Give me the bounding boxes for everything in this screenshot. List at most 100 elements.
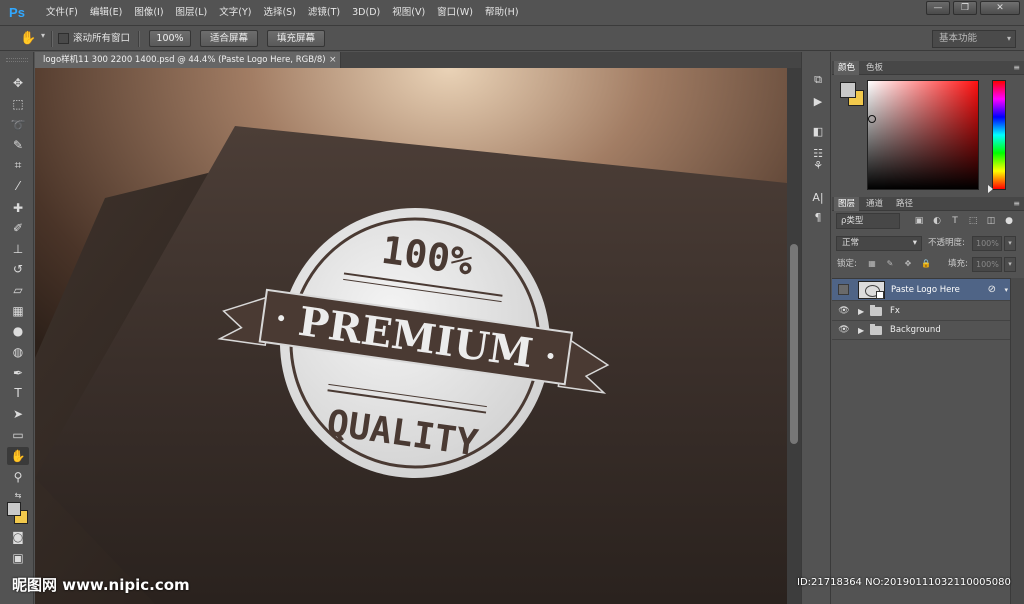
layer-row[interactable]: Paste Logo Here ⊘ ▾ xyxy=(832,279,1010,301)
lock-transparent-icon[interactable]: ▦ xyxy=(866,258,878,270)
blur-tool-icon[interactable]: ● xyxy=(7,322,29,340)
quick-select-tool-icon[interactable]: ✎ xyxy=(7,136,29,154)
close-button[interactable]: ✕ xyxy=(980,1,1020,15)
hand-tool-icon[interactable]: ✋ xyxy=(7,447,29,465)
menu-image[interactable]: 图像(I) xyxy=(128,0,169,26)
restore-button[interactable]: ❐ xyxy=(953,1,977,15)
lock-image-icon[interactable]: ✎ xyxy=(884,258,896,270)
expand-arrow-icon[interactable]: ▶ xyxy=(858,321,864,340)
menu-type[interactable]: 文字(Y) xyxy=(213,0,257,26)
window-controls: — ❐ ✕ xyxy=(926,1,1020,15)
lock-position-icon[interactable]: ✥ xyxy=(902,258,914,270)
tool-preset-caret-icon[interactable]: ▾ xyxy=(41,31,45,40)
blend-mode-select[interactable]: 正常 ▾ xyxy=(836,236,922,251)
image-filter-icon[interactable]: ▣ xyxy=(912,214,926,228)
fill-caret-icon[interactable]: ▾ xyxy=(1004,257,1016,272)
tab-paths[interactable]: 路径 xyxy=(892,197,917,211)
eye-icon[interactable]: 👁 xyxy=(837,302,851,321)
brush-tool-icon[interactable]: ✐ xyxy=(7,219,29,237)
workspace-select[interactable]: 基本功能 ▾ xyxy=(932,30,1016,48)
type-filter-icon[interactable]: T xyxy=(948,214,962,228)
tab-color[interactable]: 颜色 xyxy=(834,61,860,75)
color-picker-handle[interactable] xyxy=(868,115,876,123)
scrollbar-thumb[interactable] xyxy=(790,244,798,444)
rectangle-tool-icon[interactable]: ▭ xyxy=(7,426,29,444)
smart-object-icon xyxy=(876,291,884,299)
menu-edit[interactable]: 编辑(E) xyxy=(84,0,128,26)
tab-swatches[interactable]: 色板 xyxy=(862,61,887,75)
eraser-tool-icon[interactable]: ▱ xyxy=(7,281,29,299)
move-tool-icon[interactable]: ✥ xyxy=(7,74,29,92)
lock-all-icon[interactable]: 🔒 xyxy=(920,258,932,270)
hue-slider[interactable] xyxy=(992,80,1006,190)
clone-stamp-tool-icon[interactable]: ⊥ xyxy=(7,240,29,258)
crop-tool-icon[interactable]: ⌗ xyxy=(7,156,29,174)
fit-screen-button[interactable]: 适合屏幕 xyxy=(200,30,258,47)
menu-layer[interactable]: 图层(L) xyxy=(170,0,214,26)
fill-screen-button[interactable]: 填充屏幕 xyxy=(267,30,325,47)
dodge-tool-icon[interactable]: ◍ xyxy=(7,343,29,361)
scroll-all-windows-checkbox[interactable] xyxy=(58,33,69,44)
menu-3d[interactable]: 3D(D) xyxy=(346,0,386,26)
menu-window[interactable]: 窗口(W) xyxy=(431,0,479,26)
panel-menu-icon[interactable]: ≡ xyxy=(1013,197,1020,211)
foreground-color-swatch[interactable] xyxy=(7,502,21,516)
gradient-tool-icon[interactable]: ▦ xyxy=(7,302,29,320)
zoom-tool-icon[interactable]: ⚲ xyxy=(7,468,29,486)
healing-brush-tool-icon[interactable]: ✚ xyxy=(7,199,29,217)
history-panel-icon[interactable]: ⧉ xyxy=(810,72,826,88)
type-tool-icon[interactable]: T xyxy=(7,384,29,402)
actions-panel-icon[interactable]: ▶ xyxy=(810,94,826,110)
menu-filter[interactable]: 滤镜(T) xyxy=(302,0,346,26)
adjustments-panel-icon[interactable]: ◧ xyxy=(810,124,826,140)
chevron-down-icon[interactable]: ▾ xyxy=(1004,283,1008,297)
fill-field[interactable]: 100% xyxy=(972,257,1002,272)
document-canvas[interactable]: 100% PREMIUM QUALITY xyxy=(35,68,787,604)
workspace-label: 基本功能 xyxy=(939,33,978,44)
opacity-caret-icon[interactable]: ▾ xyxy=(1004,236,1016,251)
close-tab-icon[interactable]: × xyxy=(329,52,337,68)
shape-filter-icon[interactable]: ⬚ xyxy=(966,214,980,228)
adjustment-filter-icon[interactable]: ◐ xyxy=(930,214,944,228)
menu-help[interactable]: 帮助(H) xyxy=(479,0,525,26)
opacity-field[interactable]: 100% xyxy=(972,236,1002,251)
eyedropper-tool-icon[interactable]: ⁄ xyxy=(7,177,29,195)
layer-row[interactable]: 👁 ▶ Background xyxy=(832,321,1010,340)
hand-tool-icon[interactable]: ✋ xyxy=(20,30,38,48)
history-brush-tool-icon[interactable]: ↺ xyxy=(7,260,29,278)
layer-row[interactable]: 👁 ▶ Fx xyxy=(832,302,1010,321)
document-tab[interactable]: logo样机11 300 2200 1400.psd @ 44.4% (Past… xyxy=(35,52,341,68)
expand-arrow-icon[interactable]: ▶ xyxy=(858,302,864,321)
link-icon: ⊘ xyxy=(987,284,996,295)
paragraph-panel-icon[interactable]: ¶ xyxy=(810,210,826,226)
screen-mode-icon[interactable]: ▣ xyxy=(7,549,29,567)
panel-menu-icon[interactable]: ≡ xyxy=(1013,61,1020,75)
kind-filter-select[interactable]: ρ类型 xyxy=(836,213,900,229)
tab-layers[interactable]: 图层 xyxy=(834,197,860,211)
menu-file[interactable]: 文件(F) xyxy=(40,0,84,26)
canvas-vertical-scrollbar[interactable] xyxy=(787,68,801,604)
brush-panel-icon[interactable]: ⚘ xyxy=(810,158,826,174)
opacity-label: 不透明度: xyxy=(928,238,965,248)
layers-scrollbar[interactable] xyxy=(1010,278,1024,604)
lasso-tool-icon[interactable]: ➰ xyxy=(7,116,29,134)
visibility-toggle[interactable] xyxy=(838,284,849,295)
color-spectrum[interactable] xyxy=(867,80,979,190)
pen-tool-icon[interactable]: ✒ xyxy=(7,364,29,382)
tab-channels[interactable]: 通道 xyxy=(862,197,887,211)
zoom-100-button[interactable]: 100% xyxy=(149,30,191,47)
marquee-tool-icon[interactable]: ⬚ xyxy=(7,95,29,113)
eye-icon[interactable]: 👁 xyxy=(837,321,851,340)
right-panels: 颜色 色板 ≡ 图层 通道 路径 ≡ ρ类型 ▣ ◐ T ⬚ ◫ ● 正常 ▾ … xyxy=(832,52,1024,604)
foreground-color[interactable] xyxy=(840,82,856,98)
minimize-button[interactable]: — xyxy=(926,1,950,15)
quick-mask-icon[interactable]: ◙ xyxy=(7,528,29,546)
path-select-tool-icon[interactable]: ➤ xyxy=(7,405,29,423)
menu-view[interactable]: 视图(V) xyxy=(386,0,431,26)
smart-object-filter-icon[interactable]: ◫ xyxy=(984,214,998,228)
filter-toggle-icon[interactable]: ● xyxy=(1002,214,1016,228)
character-panel-icon[interactable]: A| xyxy=(810,190,826,206)
hue-slider-handle[interactable] xyxy=(988,185,993,193)
toolbox-grip[interactable] xyxy=(6,58,28,62)
menu-select[interactable]: 选择(S) xyxy=(257,0,301,26)
